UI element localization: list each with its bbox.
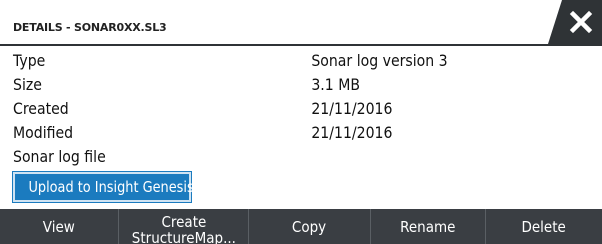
detail-value: 3.1 MB <box>311 75 360 94</box>
delete-button-label: Delete <box>521 217 567 236</box>
detail-value: Sonar log version 3 <box>311 51 448 70</box>
title-divider <box>0 44 602 46</box>
detail-value: 21/11/2016 <box>311 123 393 142</box>
dialog-title: DETAILS - SONAR0XX.SL3 <box>13 21 167 34</box>
details-list: Type Sonar log version 3 Size 3.1 MB Cre… <box>13 49 593 169</box>
detail-label: Size <box>13 75 42 94</box>
create-structuremap-button[interactable]: Create StructureMap... <box>119 209 249 244</box>
action-bar: View Create StructureMap... Copy Rename … <box>0 209 602 244</box>
detail-label: Created <box>13 99 69 118</box>
view-button[interactable]: View <box>0 209 119 244</box>
copy-button[interactable]: Copy <box>249 209 371 244</box>
view-button-label: View <box>42 217 76 236</box>
detail-row-created: Created 21/11/2016 <box>13 97 523 121</box>
detail-row-size: Size 3.1 MB <box>13 73 523 97</box>
dialog-title-bar: DETAILS - SONAR0XX.SL3 <box>0 0 602 44</box>
detail-value: 21/11/2016 <box>311 99 393 118</box>
detail-row-file-type: Sonar log file <box>13 145 523 169</box>
upload-button-label: Upload to Insight Genesis <box>28 178 194 196</box>
rename-button[interactable]: Rename <box>371 209 486 244</box>
close-button[interactable] <box>548 0 602 44</box>
close-icon <box>569 10 593 34</box>
detail-label: Type <box>13 51 46 70</box>
create-structuremap-label: Create StructureMap... <box>131 214 235 244</box>
create-line-2: StructureMap... <box>131 228 236 244</box>
copy-button-label: Copy <box>292 217 327 236</box>
upload-insight-genesis-button[interactable]: Upload to Insight Genesis <box>12 171 194 203</box>
detail-label: Modified <box>13 123 74 142</box>
rename-button-label: Rename <box>400 217 456 236</box>
detail-row-type: Type Sonar log version 3 <box>13 49 523 73</box>
detail-label: Sonar log file <box>13 147 106 166</box>
delete-button[interactable]: Delete <box>486 209 602 244</box>
detail-row-modified: Modified 21/11/2016 <box>13 121 523 145</box>
details-dialog: DETAILS - SONAR0XX.SL3 Type Sonar log ve… <box>0 0 602 244</box>
